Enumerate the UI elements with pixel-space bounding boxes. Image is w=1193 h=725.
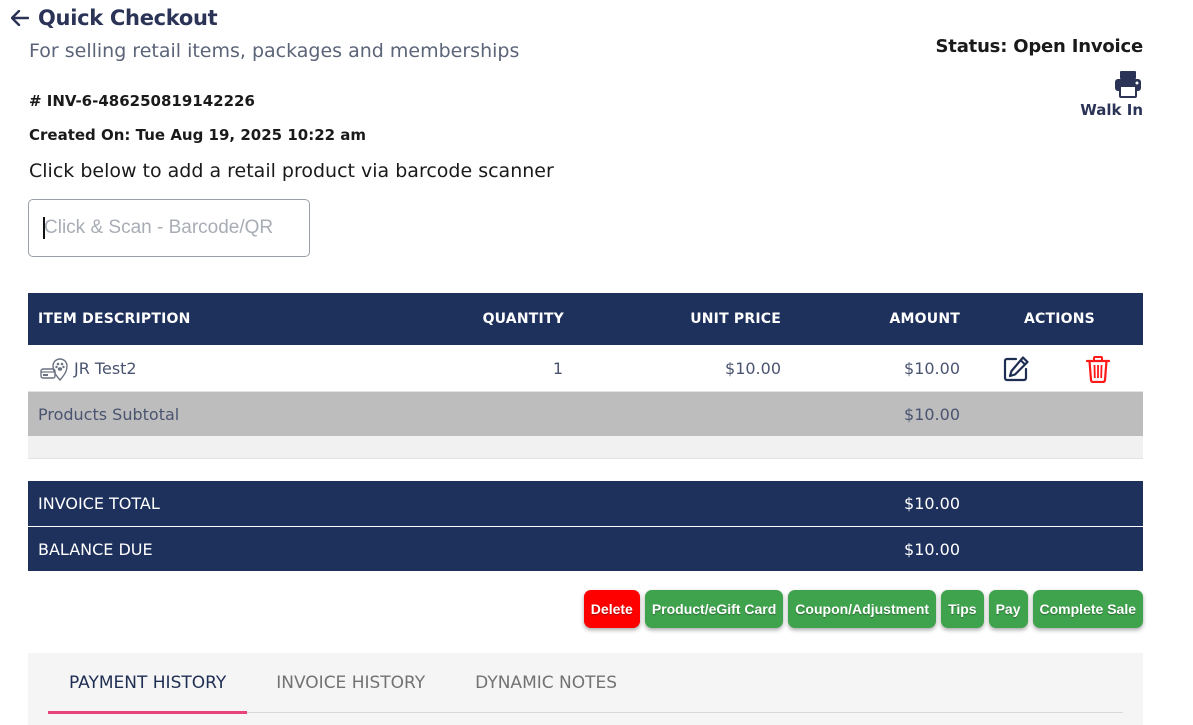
column-header-description: ITEM DESCRIPTION (38, 311, 191, 327)
page-header: Quick Checkout (10, 6, 218, 30)
subtotal-value: $10.00 (904, 405, 960, 424)
column-header-quantity: QUANTITY (482, 311, 564, 327)
action-buttons: Delete Product/eGift Card Coupon/Adjustm… (583, 590, 1143, 628)
complete-sale-button[interactable]: Complete Sale (1032, 590, 1143, 628)
product-gift-icon (40, 356, 70, 382)
invoice-status: Status: Open Invoice (935, 36, 1144, 57)
item-quantity: 1 (552, 359, 563, 378)
table-header: ITEM DESCRIPTION QUANTITY UNIT PRICE AMO… (28, 293, 1143, 345)
edit-icon[interactable] (1002, 355, 1030, 383)
line-items-table: ITEM DESCRIPTION QUANTITY UNIT PRICE AMO… (28, 293, 1143, 459)
text-caret (43, 217, 45, 239)
page-title: Quick Checkout (38, 6, 218, 30)
balance-due-label: BALANCE DUE (38, 540, 153, 559)
table-row: JR Test2 1 $10.00 $10.00 (28, 345, 1143, 392)
invoice-total-row: INVOICE TOTAL $10.00 (28, 481, 1143, 526)
item-amount: $10.00 (904, 359, 960, 378)
delete-button[interactable]: Delete (583, 590, 640, 628)
pay-button[interactable]: Pay (988, 590, 1028, 628)
invoice-number: # INV-6-486250819142226 (29, 92, 255, 110)
invoice-total-label: INVOICE TOTAL (38, 494, 160, 513)
arrow-left-icon[interactable] (10, 8, 30, 28)
history-tabs: PAYMENT HISTORY INVOICE HISTORY DYNAMIC … (48, 653, 1123, 714)
balance-due-row: BALANCE DUE $10.00 (28, 526, 1143, 571)
item-unit-price: $10.00 (725, 359, 781, 378)
subtotal-label: Products Subtotal (38, 405, 180, 424)
table-spacer (28, 436, 1143, 459)
invoice-created-date: Created On: Tue Aug 19, 2025 10:22 am (29, 126, 367, 144)
balance-due-value: $10.00 (904, 540, 960, 559)
history-tabs-panel: PAYMENT HISTORY INVOICE HISTORY DYNAMIC … (28, 653, 1143, 725)
printer-icon[interactable] (1113, 70, 1143, 98)
totals-section: INVOICE TOTAL $10.00 BALANCE DUE $10.00 (28, 481, 1143, 571)
products-subtotal-row: Products Subtotal $10.00 (28, 392, 1143, 436)
item-description: JR Test2 (74, 359, 137, 378)
tab-payment-history[interactable]: PAYMENT HISTORY (48, 653, 248, 714)
coupon-adjustment-button[interactable]: Coupon/Adjustment (788, 590, 937, 628)
invoice-total-value: $10.00 (904, 494, 960, 513)
customer-name[interactable]: Walk In (1080, 101, 1143, 119)
barcode-scan-input[interactable] (28, 199, 310, 257)
column-header-unit-price: UNIT PRICE (690, 311, 781, 327)
page-subtitle: For selling retail items, packages and m… (29, 40, 520, 62)
column-header-actions: ACTIONS (1024, 311, 1095, 327)
tips-button[interactable]: Tips (941, 590, 984, 628)
column-header-amount: AMOUNT (889, 311, 960, 327)
product-egift-card-button[interactable]: Product/eGift Card (644, 590, 784, 628)
scan-hint: Click below to add a retail product via … (29, 160, 554, 182)
tab-dynamic-notes[interactable]: DYNAMIC NOTES (454, 653, 638, 713)
tab-invoice-history[interactable]: INVOICE HISTORY (255, 653, 446, 713)
trash-icon[interactable] (1085, 355, 1111, 384)
